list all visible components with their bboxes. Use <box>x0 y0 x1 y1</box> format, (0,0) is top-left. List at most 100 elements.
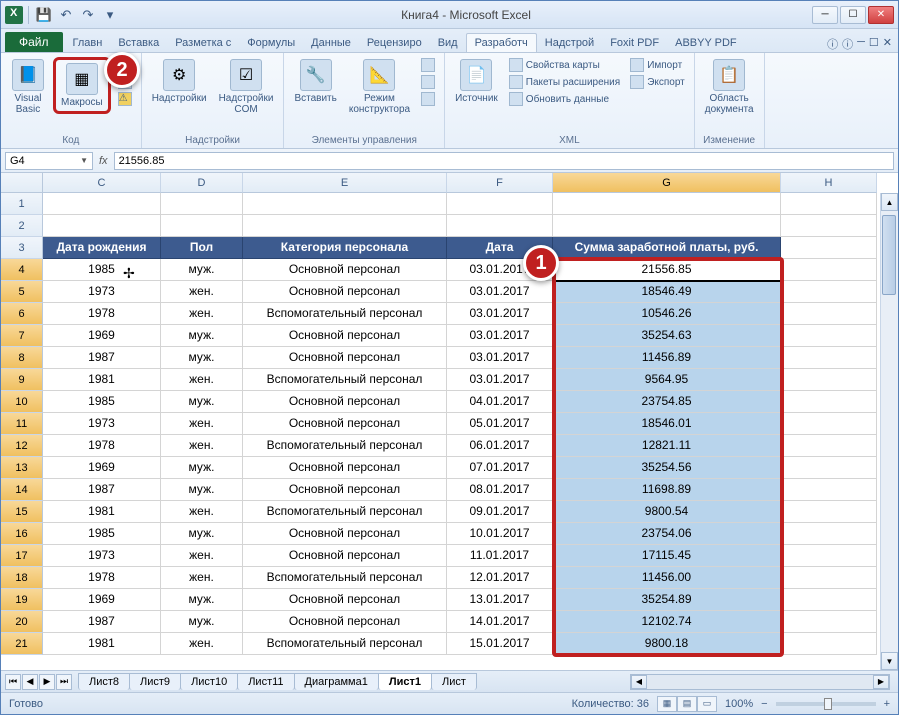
cell-D2[interactable] <box>161 215 243 237</box>
page-layout-button[interactable]: ▤ <box>677 696 697 712</box>
macro-security-button[interactable]: ⚠ <box>115 91 135 107</box>
cell-D18[interactable]: жен. <box>161 567 243 589</box>
tab-home[interactable]: Главн <box>65 34 111 52</box>
cell-C19[interactable]: 1969 <box>43 589 161 611</box>
cell-G4[interactable]: 21556.85 <box>553 259 781 281</box>
cell-E7[interactable]: Основной персонал <box>243 325 447 347</box>
cell-E5[interactable]: Основной персонал <box>243 281 447 303</box>
cell-H13[interactable] <box>781 457 877 479</box>
view-code-button[interactable] <box>418 74 438 90</box>
row-header-15[interactable]: 15 <box>1 501 43 523</box>
cell-E16[interactable]: Основной персонал <box>243 523 447 545</box>
cell-D14[interactable]: муж. <box>161 479 243 501</box>
tab-insert[interactable]: Вставка <box>110 34 167 52</box>
doc-restore-icon[interactable]: ☐ <box>869 36 879 52</box>
cell-H20[interactable] <box>781 611 877 633</box>
cell-G16[interactable]: 23754.06 <box>553 523 781 545</box>
tab-developer[interactable]: Разработч <box>466 33 537 52</box>
cell-D11[interactable]: жен. <box>161 413 243 435</box>
cell-G15[interactable]: 9800.54 <box>553 501 781 523</box>
cell-G17[interactable]: 17115.45 <box>553 545 781 567</box>
cell-C2[interactable] <box>43 215 161 237</box>
fx-button[interactable]: fx <box>99 155 108 167</box>
tab-nav-next[interactable]: ▶ <box>39 674 55 690</box>
cell-E9[interactable]: Вспомогательный персонал <box>243 369 447 391</box>
cell-G21[interactable]: 9800.18 <box>553 633 781 655</box>
cell-G12[interactable]: 12821.11 <box>553 435 781 457</box>
tab-review[interactable]: Рецензиро <box>359 34 430 52</box>
tab-data[interactable]: Данные <box>303 34 359 52</box>
hscroll-left[interactable]: ◀ <box>631 675 647 689</box>
cell-F10[interactable]: 04.01.2017 <box>447 391 553 413</box>
name-box-dropdown-icon[interactable]: ▼ <box>80 156 88 165</box>
tab-addins[interactable]: Надстрой <box>537 34 602 52</box>
cell-E21[interactable]: Вспомогательный персонал <box>243 633 447 655</box>
tab-formulas[interactable]: Формулы <box>239 34 303 52</box>
map-properties-button[interactable]: Свойства карты <box>506 57 623 73</box>
macros-button[interactable]: ▦ Макросы <box>57 61 107 110</box>
cell-G18[interactable]: 11456.00 <box>553 567 781 589</box>
cell-C15[interactable]: 1981 <box>43 501 161 523</box>
cell-F15[interactable]: 09.01.2017 <box>447 501 553 523</box>
cell-G19[interactable]: 35254.89 <box>553 589 781 611</box>
cell-E19[interactable]: Основной персонал <box>243 589 447 611</box>
design-mode-button[interactable]: 📐 Режим конструктора <box>345 57 414 117</box>
cell-H9[interactable] <box>781 369 877 391</box>
cell-C9[interactable]: 1981 <box>43 369 161 391</box>
cell-D21[interactable]: жен. <box>161 633 243 655</box>
zoom-slider[interactable] <box>776 702 876 706</box>
cell-C7[interactable]: 1969 <box>43 325 161 347</box>
cell-C5[interactable]: 1973 <box>43 281 161 303</box>
addins-button[interactable]: ⚙ Надстройки <box>148 57 211 106</box>
header-cell-C[interactable]: Дата рождения <box>43 237 161 259</box>
cell-C13[interactable]: 1969 <box>43 457 161 479</box>
cell-F16[interactable]: 10.01.2017 <box>447 523 553 545</box>
cell-G1[interactable] <box>553 193 781 215</box>
cell-E2[interactable] <box>243 215 447 237</box>
tab-view[interactable]: Вид <box>430 34 466 52</box>
row-header-9[interactable]: 9 <box>1 369 43 391</box>
row-header-14[interactable]: 14 <box>1 479 43 501</box>
tab-nav-last[interactable]: ⏭ <box>56 674 72 690</box>
column-header-G[interactable]: G <box>553 173 781 193</box>
cell-D13[interactable]: муж. <box>161 457 243 479</box>
cell-F21[interactable]: 15.01.2017 <box>447 633 553 655</box>
normal-view-button[interactable]: ▦ <box>657 696 677 712</box>
formula-bar[interactable]: 21556.85 <box>114 152 894 170</box>
run-dialog-button[interactable] <box>418 91 438 107</box>
maximize-button[interactable]: ☐ <box>840 6 866 24</box>
zoom-out-button[interactable]: − <box>761 698 767 710</box>
import-button[interactable]: Импорт <box>627 57 688 73</box>
cell-C17[interactable]: 1973 <box>43 545 161 567</box>
ribbon-minimize-icon[interactable]: ⓘ <box>827 36 838 52</box>
row-header-8[interactable]: 8 <box>1 347 43 369</box>
cell-C10[interactable]: 1985 <box>43 391 161 413</box>
cell-H5[interactable] <box>781 281 877 303</box>
cell-F8[interactable]: 03.01.2017 <box>447 347 553 369</box>
cell-F2[interactable] <box>447 215 553 237</box>
source-button[interactable]: 📄 Источник <box>451 57 502 106</box>
cell-C20[interactable]: 1987 <box>43 611 161 633</box>
cell-C6[interactable]: 1978 <box>43 303 161 325</box>
help-icon[interactable]: ⓘ <box>842 36 853 52</box>
doc-close-icon[interactable]: ✕ <box>883 36 892 52</box>
row-header-11[interactable]: 11 <box>1 413 43 435</box>
save-button[interactable]: 💾 <box>34 5 54 25</box>
vertical-scrollbar[interactable]: ▲ ▼ <box>880 193 898 670</box>
column-header-E[interactable]: E <box>243 173 447 193</box>
cell-D4[interactable]: муж. <box>161 259 243 281</box>
cell-G14[interactable]: 11698.89 <box>553 479 781 501</box>
cell-D7[interactable]: муж. <box>161 325 243 347</box>
row-header-1[interactable]: 1 <box>1 193 43 215</box>
redo-button[interactable]: ↷ <box>78 5 98 25</box>
zoom-level[interactable]: 100% <box>725 698 753 710</box>
cell-F17[interactable]: 11.01.2017 <box>447 545 553 567</box>
column-header-D[interactable]: D <box>161 173 243 193</box>
cell-E18[interactable]: Вспомогательный персонал <box>243 567 447 589</box>
row-header-21[interactable]: 21 <box>1 633 43 655</box>
qat-customize[interactable]: ▾ <box>100 5 120 25</box>
cell-H1[interactable] <box>781 193 877 215</box>
undo-button[interactable]: ↶ <box>56 5 76 25</box>
tab-abbyy[interactable]: ABBYY PDF <box>667 34 745 52</box>
select-all-corner[interactable] <box>1 173 43 193</box>
